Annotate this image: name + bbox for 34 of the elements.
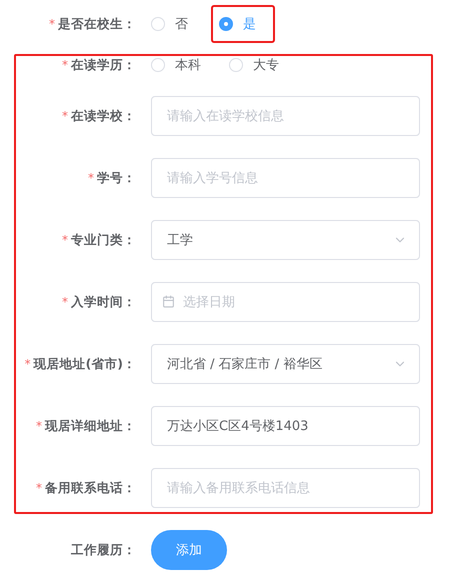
text-input[interactable]: 请输入学号信息 — [151, 158, 420, 198]
field-label: 入学时间： — [71, 294, 136, 310]
text-input[interactable]: 请输入在读学校信息 — [151, 96, 420, 136]
field-label: 学号： — [97, 170, 136, 186]
radio-option[interactable]: 本科 — [143, 46, 217, 84]
required-asterisk: * — [88, 171, 94, 185]
required-asterisk: * — [62, 58, 68, 72]
date-input[interactable]: 选择日期 — [151, 282, 420, 322]
field-label: 现居详细地址： — [45, 418, 136, 434]
calendar-icon — [162, 295, 175, 308]
field-label: 现居地址(省市)： — [34, 356, 136, 372]
radio-icon — [219, 17, 233, 31]
field-label: 工作履历： — [71, 542, 136, 558]
radio-icon — [151, 58, 165, 72]
required-asterisk: * — [62, 295, 68, 309]
required-asterisk: * — [62, 109, 68, 123]
field-label: 在读学历： — [71, 56, 136, 74]
select-field[interactable]: 工学 — [151, 220, 420, 260]
radio-icon — [229, 58, 243, 72]
text-input[interactable]: 万达小区C区4号楼1403 — [151, 406, 420, 446]
required-asterisk: * — [24, 357, 31, 371]
required-asterisk: * — [36, 419, 42, 433]
field-label: 备用联系电话： — [45, 480, 136, 496]
radio-option[interactable]: 否 — [143, 5, 207, 43]
field-label: 是否在校生： — [58, 16, 136, 32]
required-asterisk: * — [62, 233, 68, 247]
radio-icon — [151, 17, 165, 31]
radio-option[interactable]: 大专 — [221, 46, 295, 84]
select-field[interactable]: 河北省 / 石家庄市 / 裕华区 — [151, 344, 420, 384]
field-label: 在读学校： — [71, 108, 136, 124]
required-asterisk: * — [49, 17, 55, 31]
field-label: 专业门类： — [71, 232, 136, 248]
required-asterisk: * — [36, 481, 42, 495]
text-input[interactable]: 请输入备用联系电话信息 — [151, 468, 420, 508]
